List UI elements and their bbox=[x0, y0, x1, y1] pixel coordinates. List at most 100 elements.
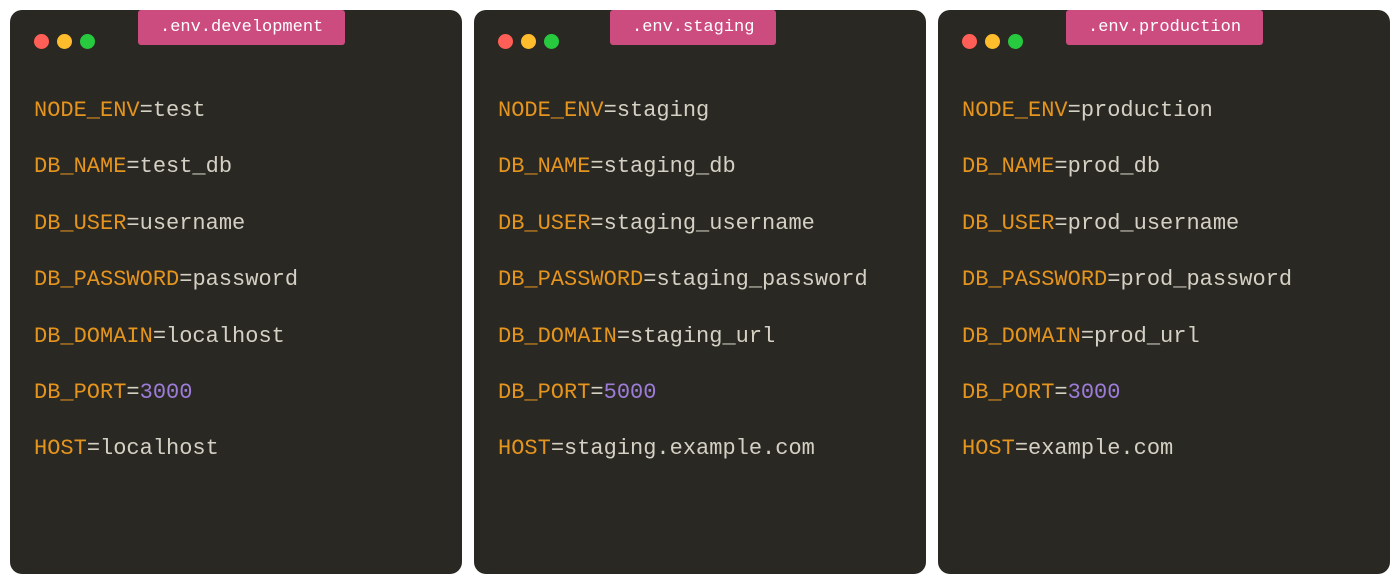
equals-sign: = bbox=[590, 211, 603, 236]
equals-sign: = bbox=[153, 324, 166, 349]
env-line: DB_USER=staging_username bbox=[498, 211, 902, 237]
env-value: 5000 bbox=[604, 380, 657, 405]
traffic-lights bbox=[34, 34, 95, 49]
code-content: NODE_ENV=staging DB_NAME=staging_db DB_U… bbox=[498, 98, 902, 463]
equals-sign: = bbox=[126, 380, 139, 405]
equals-sign: = bbox=[1054, 380, 1067, 405]
minimize-icon[interactable] bbox=[985, 34, 1000, 49]
traffic-lights bbox=[498, 34, 559, 49]
env-key: NODE_ENV bbox=[962, 98, 1068, 123]
env-key: DB_DOMAIN bbox=[962, 324, 1081, 349]
env-key: NODE_ENV bbox=[498, 98, 604, 123]
minimize-icon[interactable] bbox=[57, 34, 72, 49]
env-line: DB_DOMAIN=prod_url bbox=[962, 324, 1366, 350]
equals-sign: = bbox=[126, 154, 139, 179]
zoom-icon[interactable] bbox=[1008, 34, 1023, 49]
equals-sign: = bbox=[590, 380, 603, 405]
env-line: DB_NAME=staging_db bbox=[498, 154, 902, 180]
env-value: staging bbox=[617, 98, 709, 123]
zoom-icon[interactable] bbox=[544, 34, 559, 49]
env-value: test_db bbox=[140, 154, 232, 179]
env-key: DB_NAME bbox=[962, 154, 1054, 179]
equals-sign: = bbox=[590, 154, 603, 179]
env-value: localhost bbox=[166, 324, 285, 349]
env-key: DB_DOMAIN bbox=[498, 324, 617, 349]
file-tab[interactable]: .env.production bbox=[1066, 10, 1263, 45]
equals-sign: = bbox=[551, 436, 564, 461]
titlebar: .env.production bbox=[962, 28, 1366, 58]
equals-sign: = bbox=[1068, 98, 1081, 123]
env-value: 3000 bbox=[140, 380, 193, 405]
env-key: HOST bbox=[962, 436, 1015, 461]
code-window-staging: .env.staging NODE_ENV=staging DB_NAME=st… bbox=[474, 10, 926, 574]
env-key: HOST bbox=[498, 436, 551, 461]
titlebar: .env.development bbox=[34, 28, 438, 58]
env-line: DB_PASSWORD=prod_password bbox=[962, 267, 1366, 293]
env-value: prod_password bbox=[1120, 267, 1292, 292]
env-line: DB_DOMAIN=staging_url bbox=[498, 324, 902, 350]
env-line: NODE_ENV=staging bbox=[498, 98, 902, 124]
env-line: DB_PORT=5000 bbox=[498, 380, 902, 406]
code-content: NODE_ENV=test DB_NAME=test_db DB_USER=us… bbox=[34, 98, 438, 463]
env-line: NODE_ENV=test bbox=[34, 98, 438, 124]
env-value: staging_username bbox=[604, 211, 815, 236]
equals-sign: = bbox=[126, 211, 139, 236]
code-window-production: .env.production NODE_ENV=production DB_N… bbox=[938, 10, 1390, 574]
env-line: DB_PORT=3000 bbox=[34, 380, 438, 406]
equals-sign: = bbox=[1107, 267, 1120, 292]
env-value: staging_password bbox=[656, 267, 867, 292]
env-value: password bbox=[192, 267, 298, 292]
code-window-development: .env.development NODE_ENV=test DB_NAME=t… bbox=[10, 10, 462, 574]
close-icon[interactable] bbox=[962, 34, 977, 49]
file-tab[interactable]: .env.staging bbox=[610, 10, 776, 45]
minimize-icon[interactable] bbox=[521, 34, 536, 49]
file-tab[interactable]: .env.development bbox=[138, 10, 345, 45]
env-line: DB_NAME=prod_db bbox=[962, 154, 1366, 180]
env-key: DB_DOMAIN bbox=[34, 324, 153, 349]
env-key: NODE_ENV bbox=[34, 98, 140, 123]
equals-sign: = bbox=[1081, 324, 1094, 349]
env-line: DB_PASSWORD=password bbox=[34, 267, 438, 293]
env-line: HOST=staging.example.com bbox=[498, 436, 902, 462]
env-line: DB_USER=username bbox=[34, 211, 438, 237]
env-key: DB_NAME bbox=[498, 154, 590, 179]
env-line: DB_NAME=test_db bbox=[34, 154, 438, 180]
env-key: DB_USER bbox=[498, 211, 590, 236]
equals-sign: = bbox=[1054, 154, 1067, 179]
env-value: 3000 bbox=[1068, 380, 1121, 405]
equals-sign: = bbox=[179, 267, 192, 292]
env-key: HOST bbox=[34, 436, 87, 461]
env-line: DB_DOMAIN=localhost bbox=[34, 324, 438, 350]
close-icon[interactable] bbox=[498, 34, 513, 49]
env-line: NODE_ENV=production bbox=[962, 98, 1366, 124]
env-line: HOST=example.com bbox=[962, 436, 1366, 462]
code-content: NODE_ENV=production DB_NAME=prod_db DB_U… bbox=[962, 98, 1366, 463]
env-value: staging_db bbox=[604, 154, 736, 179]
close-icon[interactable] bbox=[34, 34, 49, 49]
env-key: DB_USER bbox=[962, 211, 1054, 236]
env-value: test bbox=[153, 98, 206, 123]
env-value: localhost bbox=[100, 436, 219, 461]
env-line: DB_PASSWORD=staging_password bbox=[498, 267, 902, 293]
env-value: staging.example.com bbox=[564, 436, 815, 461]
equals-sign: = bbox=[1015, 436, 1028, 461]
env-key: DB_PORT bbox=[34, 380, 126, 405]
env-key: DB_PASSWORD bbox=[34, 267, 179, 292]
equals-sign: = bbox=[140, 98, 153, 123]
equals-sign: = bbox=[1054, 211, 1067, 236]
traffic-lights bbox=[962, 34, 1023, 49]
env-line: DB_USER=prod_username bbox=[962, 211, 1366, 237]
equals-sign: = bbox=[604, 98, 617, 123]
env-key: DB_USER bbox=[34, 211, 126, 236]
equals-sign: = bbox=[643, 267, 656, 292]
env-value: staging_url bbox=[630, 324, 775, 349]
zoom-icon[interactable] bbox=[80, 34, 95, 49]
env-key: DB_PASSWORD bbox=[962, 267, 1107, 292]
equals-sign: = bbox=[617, 324, 630, 349]
env-key: DB_PORT bbox=[962, 380, 1054, 405]
env-value: example.com bbox=[1028, 436, 1173, 461]
titlebar: .env.staging bbox=[498, 28, 902, 58]
env-value: prod_username bbox=[1068, 211, 1240, 236]
env-value: production bbox=[1081, 98, 1213, 123]
env-line: DB_PORT=3000 bbox=[962, 380, 1366, 406]
